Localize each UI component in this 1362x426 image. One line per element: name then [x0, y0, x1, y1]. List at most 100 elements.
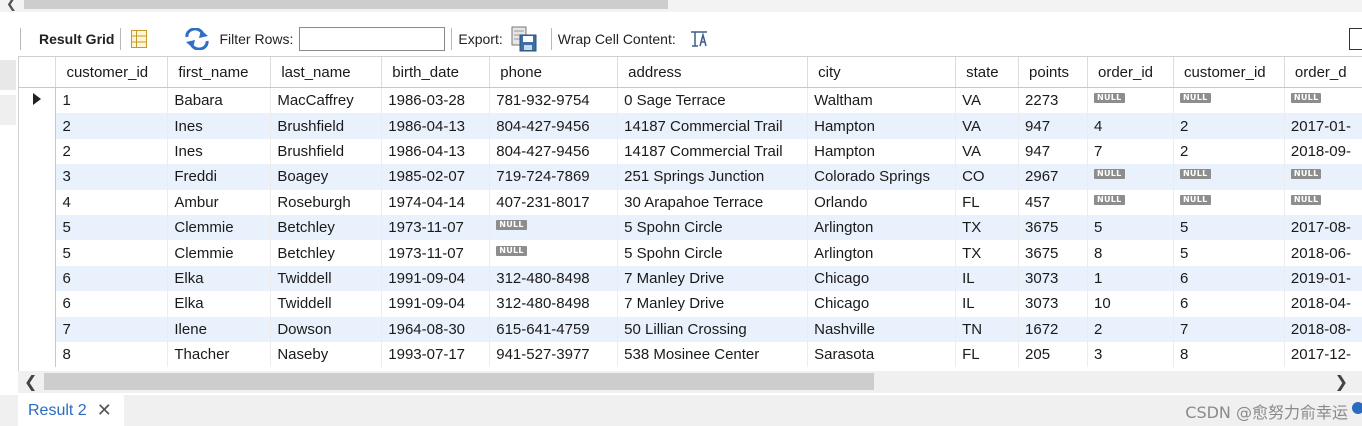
row-header[interactable]: [19, 341, 57, 368]
table-row[interactable]: 5 Clemmie Betchley 1973-11-07 NULL 5 Spohn Ci…: [19, 240, 1362, 266]
cell-city[interactable]: Chicago: [807, 291, 957, 317]
table-row[interactable]: 4 Ambur Roseburgh 1974-04-14 407-231-8017 30 …: [19, 189, 1362, 215]
cell-state[interactable]: FL: [955, 341, 1020, 368]
cell-first-name[interactable]: Clemmie: [167, 240, 272, 266]
cell-birth-date[interactable]: 1974-04-14: [381, 189, 491, 215]
cell-first-name[interactable]: Babara: [167, 87, 272, 114]
cell-customer-id[interactable]: 3: [55, 164, 169, 190]
cell-address[interactable]: 14187 Commercial Trail: [617, 113, 809, 139]
table-row[interactable]: 5 Clemmie Betchley 1973-11-07 NULL 5 Spohn Ci…: [19, 214, 1362, 241]
cell-birth-date[interactable]: 1991-09-04: [381, 265, 491, 292]
cell-city[interactable]: Colorado Springs: [807, 164, 957, 190]
cell-city[interactable]: Chicago: [807, 265, 957, 292]
cell-last-name[interactable]: Roseburgh: [270, 189, 383, 215]
cell-points[interactable]: 457: [1018, 189, 1088, 215]
cell-points[interactable]: 947: [1018, 138, 1088, 165]
export-icon[interactable]: [511, 26, 537, 52]
cell-customer-id[interactable]: 1: [55, 87, 169, 114]
cell-customer-id[interactable]: 5: [55, 214, 169, 241]
cell-customer-id[interactable]: NULL: [1173, 164, 1285, 190]
cell-address[interactable]: 538 Mosinee Center: [617, 341, 809, 368]
column-header-address[interactable]: address: [617, 57, 809, 88]
cell-state[interactable]: TN: [955, 316, 1020, 342]
cell-phone[interactable]: NULL: [489, 214, 619, 241]
table-row[interactable]: 7 Ilene Dowson 1964-08-30 615-641-4759 50 Lil…: [19, 316, 1362, 342]
cell-order-d[interactable]: 2018-09-: [1284, 138, 1362, 165]
column-header-phone[interactable]: phone: [489, 57, 619, 88]
table-row[interactable]: 8 Thacher Naseby 1993-07-17 941-527-3977 538 …: [19, 341, 1362, 368]
column-header-order-d[interactable]: order_d: [1284, 57, 1362, 88]
cell-customer-id[interactable]: 7: [1173, 316, 1285, 342]
cell-first-name[interactable]: Freddi: [167, 164, 272, 190]
cell-address[interactable]: 5 Spohn Circle: [617, 214, 809, 241]
cell-last-name[interactable]: Betchley: [270, 240, 383, 266]
column-header-order-id[interactable]: order_id: [1087, 57, 1174, 88]
cell-first-name[interactable]: Elka: [167, 291, 272, 317]
cell-order-id[interactable]: 10: [1087, 291, 1174, 317]
scroll-left-arrow-icon[interactable]: ❮: [6, 0, 17, 12]
cell-customer-id[interactable]: 6: [1173, 265, 1285, 292]
cell-last-name[interactable]: MacCaffrey: [270, 87, 383, 114]
cell-customer-id[interactable]: 8: [1173, 341, 1285, 368]
cell-customer-id[interactable]: 8: [55, 341, 169, 368]
cell-state[interactable]: TX: [955, 240, 1020, 266]
cell-address[interactable]: 30 Arapahoe Terrace: [617, 189, 809, 215]
cell-order-d[interactable]: 2018-06-: [1284, 240, 1362, 266]
cell-city[interactable]: Orlando: [807, 189, 957, 215]
column-header-city[interactable]: city: [807, 57, 957, 88]
horizontal-scrollbar-thumb[interactable]: [44, 373, 874, 390]
cell-last-name[interactable]: Twiddell: [270, 265, 383, 292]
cell-customer-id[interactable]: NULL: [1173, 189, 1285, 215]
cell-order-id[interactable]: 8: [1087, 240, 1174, 266]
table-row[interactable]: 2 Ines Brushfield 1986-04-13 804-427-9456 141…: [19, 138, 1362, 165]
cell-first-name[interactable]: Thacher: [167, 341, 272, 368]
cell-birth-date[interactable]: 1991-09-04: [381, 291, 491, 317]
cell-phone[interactable]: NULL: [489, 240, 619, 266]
cell-customer-id[interactable]: 5: [1173, 240, 1285, 266]
cell-address[interactable]: 251 Springs Junction: [617, 164, 809, 190]
result-grid-button[interactable]: Result Grid: [39, 31, 114, 47]
column-header-birth-date[interactable]: birth_date: [381, 57, 491, 88]
cell-points[interactable]: 2967: [1018, 164, 1088, 190]
cell-last-name[interactable]: Brushfield: [270, 113, 383, 139]
table-row[interactable]: 1 Babara MacCaffrey 1986-03-28 781-932-9754 0…: [19, 87, 1362, 114]
row-header[interactable]: [19, 87, 57, 114]
cell-address[interactable]: 5 Spohn Circle: [617, 240, 809, 266]
cell-points[interactable]: 2273: [1018, 87, 1088, 114]
cell-birth-date[interactable]: 1986-04-13: [381, 113, 491, 139]
cell-points[interactable]: 1672: [1018, 316, 1088, 342]
column-header-last-name[interactable]: last_name: [270, 57, 383, 88]
cell-phone[interactable]: 312-480-8498: [489, 291, 619, 317]
cell-birth-date[interactable]: 1973-11-07: [381, 240, 491, 266]
result-grid-icon[interactable]: [131, 30, 148, 48]
cell-customer-id[interactable]: 2: [55, 138, 169, 165]
cell-state[interactable]: IL: [955, 291, 1020, 317]
cell-phone[interactable]: 941-527-3977: [489, 341, 619, 368]
cell-last-name[interactable]: Naseby: [270, 341, 383, 368]
cell-order-id[interactable]: 4: [1087, 113, 1174, 139]
cell-points[interactable]: 205: [1018, 341, 1088, 368]
wrap-cell-icon[interactable]: [690, 30, 708, 48]
table-row[interactable]: 6 Elka Twiddell 1991-09-04 312-480-8498 7 Man…: [19, 291, 1362, 317]
cell-first-name[interactable]: Ines: [167, 113, 272, 139]
cell-order-d[interactable]: 2017-08-: [1284, 214, 1362, 241]
cell-birth-date[interactable]: 1986-03-28: [381, 87, 491, 114]
top-scrollbar-thumb[interactable]: [24, 0, 668, 9]
refresh-icon[interactable]: [183, 28, 211, 50]
cell-order-d[interactable]: 2018-08-: [1284, 316, 1362, 342]
cell-order-id[interactable]: NULL: [1087, 87, 1174, 114]
cell-phone[interactable]: 804-427-9456: [489, 138, 619, 165]
cell-order-id[interactable]: 5: [1087, 214, 1174, 241]
table-row[interactable]: 2 Ines Brushfield 1986-04-13 804-427-9456 141…: [19, 113, 1362, 139]
cell-order-d[interactable]: 2017-12-: [1284, 341, 1362, 368]
cell-city[interactable]: Nashville: [807, 316, 957, 342]
cell-customer-id[interactable]: NULL: [1173, 87, 1285, 114]
cell-address[interactable]: 7 Manley Drive: [617, 265, 809, 292]
cell-phone[interactable]: 615-641-4759: [489, 316, 619, 342]
tab-result-2[interactable]: Result 2 ✕: [18, 395, 124, 426]
cell-customer-id[interactable]: 5: [55, 240, 169, 266]
row-header[interactable]: [19, 291, 57, 317]
cell-first-name[interactable]: Elka: [167, 265, 272, 292]
cell-phone[interactable]: 312-480-8498: [489, 265, 619, 292]
cell-state[interactable]: CO: [955, 164, 1020, 190]
